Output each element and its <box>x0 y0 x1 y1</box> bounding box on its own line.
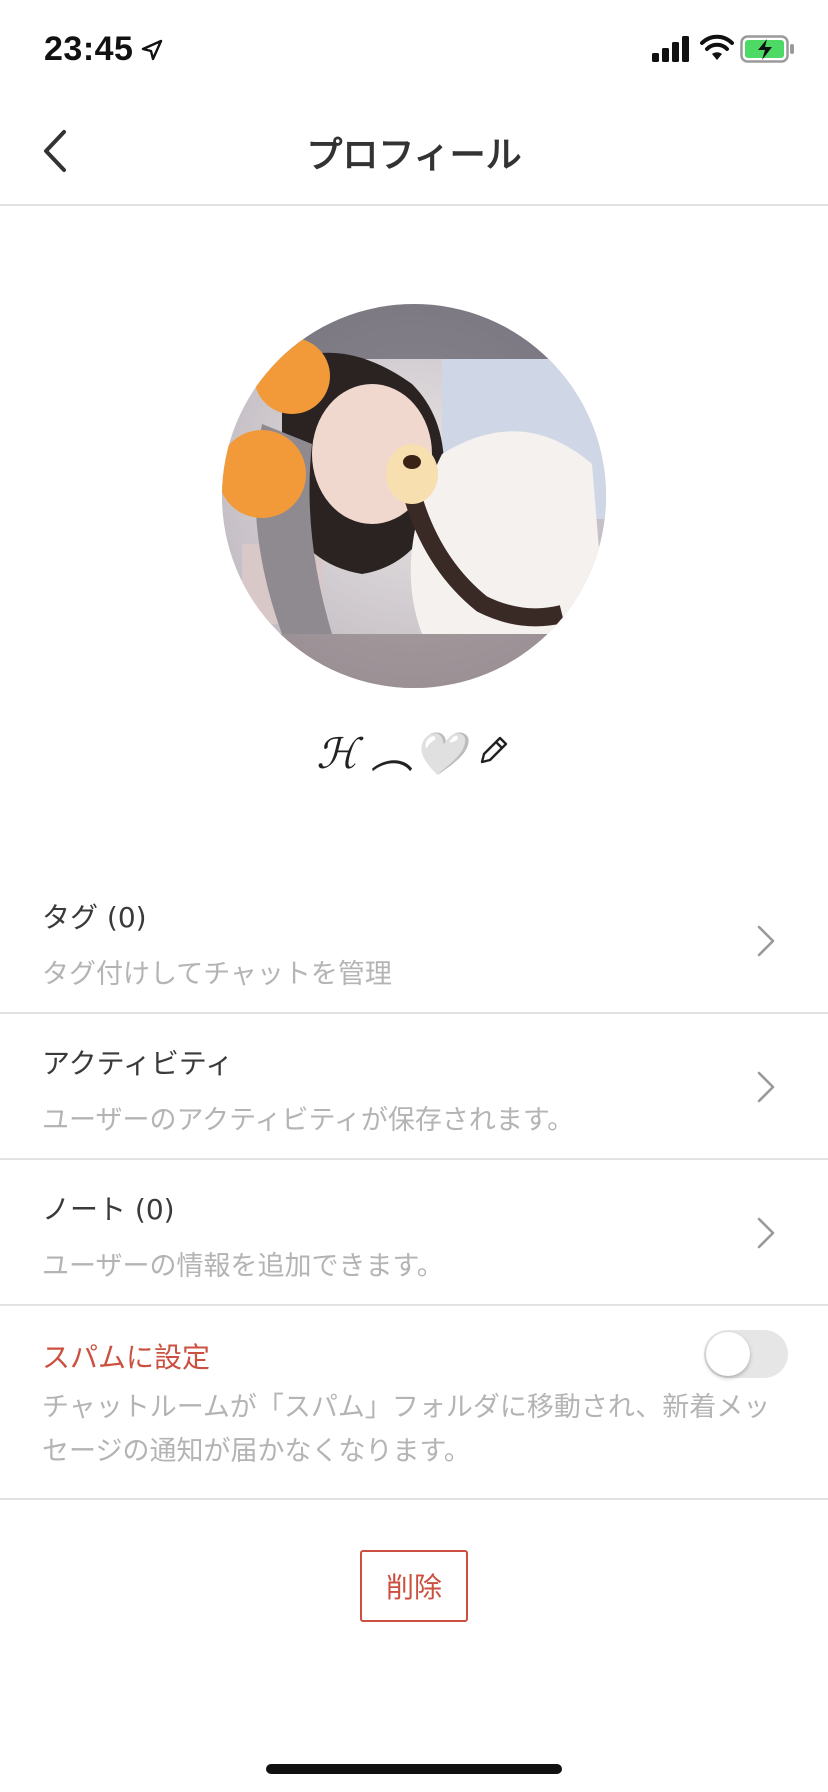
navigation-bar: プロフィール <box>0 100 828 206</box>
avatar-photo <box>222 304 606 688</box>
location-arrow-icon <box>141 39 163 61</box>
status-bar: 23:45 <box>0 0 828 100</box>
toggle-knob <box>706 1332 750 1376</box>
activity-row-subtitle: ユーザーのアクティビティが保存されます。 <box>42 1105 575 1136</box>
activity-row[interactable]: アクティビティ ユーザーのアクティビティが保存されます。 <box>0 1014 828 1160</box>
notes-row[interactable]: ノート (0) ユーザーの情報を追加できます。 <box>0 1160 828 1306</box>
spam-setting-title: スパムに設定 <box>42 1341 211 1374</box>
activity-row-title: アクティビティ <box>42 1047 234 1080</box>
notes-row-subtitle: ユーザーの情報を追加できます。 <box>42 1251 444 1282</box>
pencil-icon[interactable] <box>476 732 512 768</box>
wifi-icon <box>700 34 734 60</box>
notes-row-title: ノート (0) <box>42 1193 175 1226</box>
spam-setting-row: スパムに設定 チャットルームが「スパム」フォルダに移動され、新着メッセージの通知… <box>0 1306 828 1500</box>
display-name: ℋ ︵🤍 <box>316 728 466 778</box>
spam-toggle[interactable] <box>704 1330 788 1378</box>
spam-setting-description: チャットルームが「スパム」フォルダに移動され、新着メッセージの通知が届かなくなり… <box>42 1392 771 1467</box>
cellular-signal-icon <box>652 36 689 62</box>
battery-charging-icon <box>740 35 794 63</box>
delete-button[interactable]: 削除 <box>360 1550 468 1622</box>
profile-settings-list: タグ (0) タグ付けしてチャットを管理 アクティビティ ユーザーのアクティビテ… <box>0 868 828 1500</box>
status-time: 23:45 <box>44 30 134 68</box>
tags-row-title: タグ (0) <box>42 901 147 934</box>
tags-row-subtitle: タグ付けしてチャットを管理 <box>42 959 392 990</box>
home-indicator <box>266 1764 562 1774</box>
page-title: プロフィール <box>306 135 522 176</box>
avatar[interactable] <box>222 304 606 688</box>
chevron-right-icon <box>757 1217 775 1249</box>
tags-row[interactable]: タグ (0) タグ付けしてチャットを管理 <box>0 868 828 1014</box>
chevron-right-icon <box>757 1071 775 1103</box>
profile-screen: 23:45 プロフィール ℋ ︵🤍 タグ (0) タグ付けしてチャットを管理 ア… <box>0 0 828 1792</box>
profile-name-row: ℋ ︵🤍 <box>0 720 828 780</box>
chevron-right-icon <box>757 925 775 957</box>
